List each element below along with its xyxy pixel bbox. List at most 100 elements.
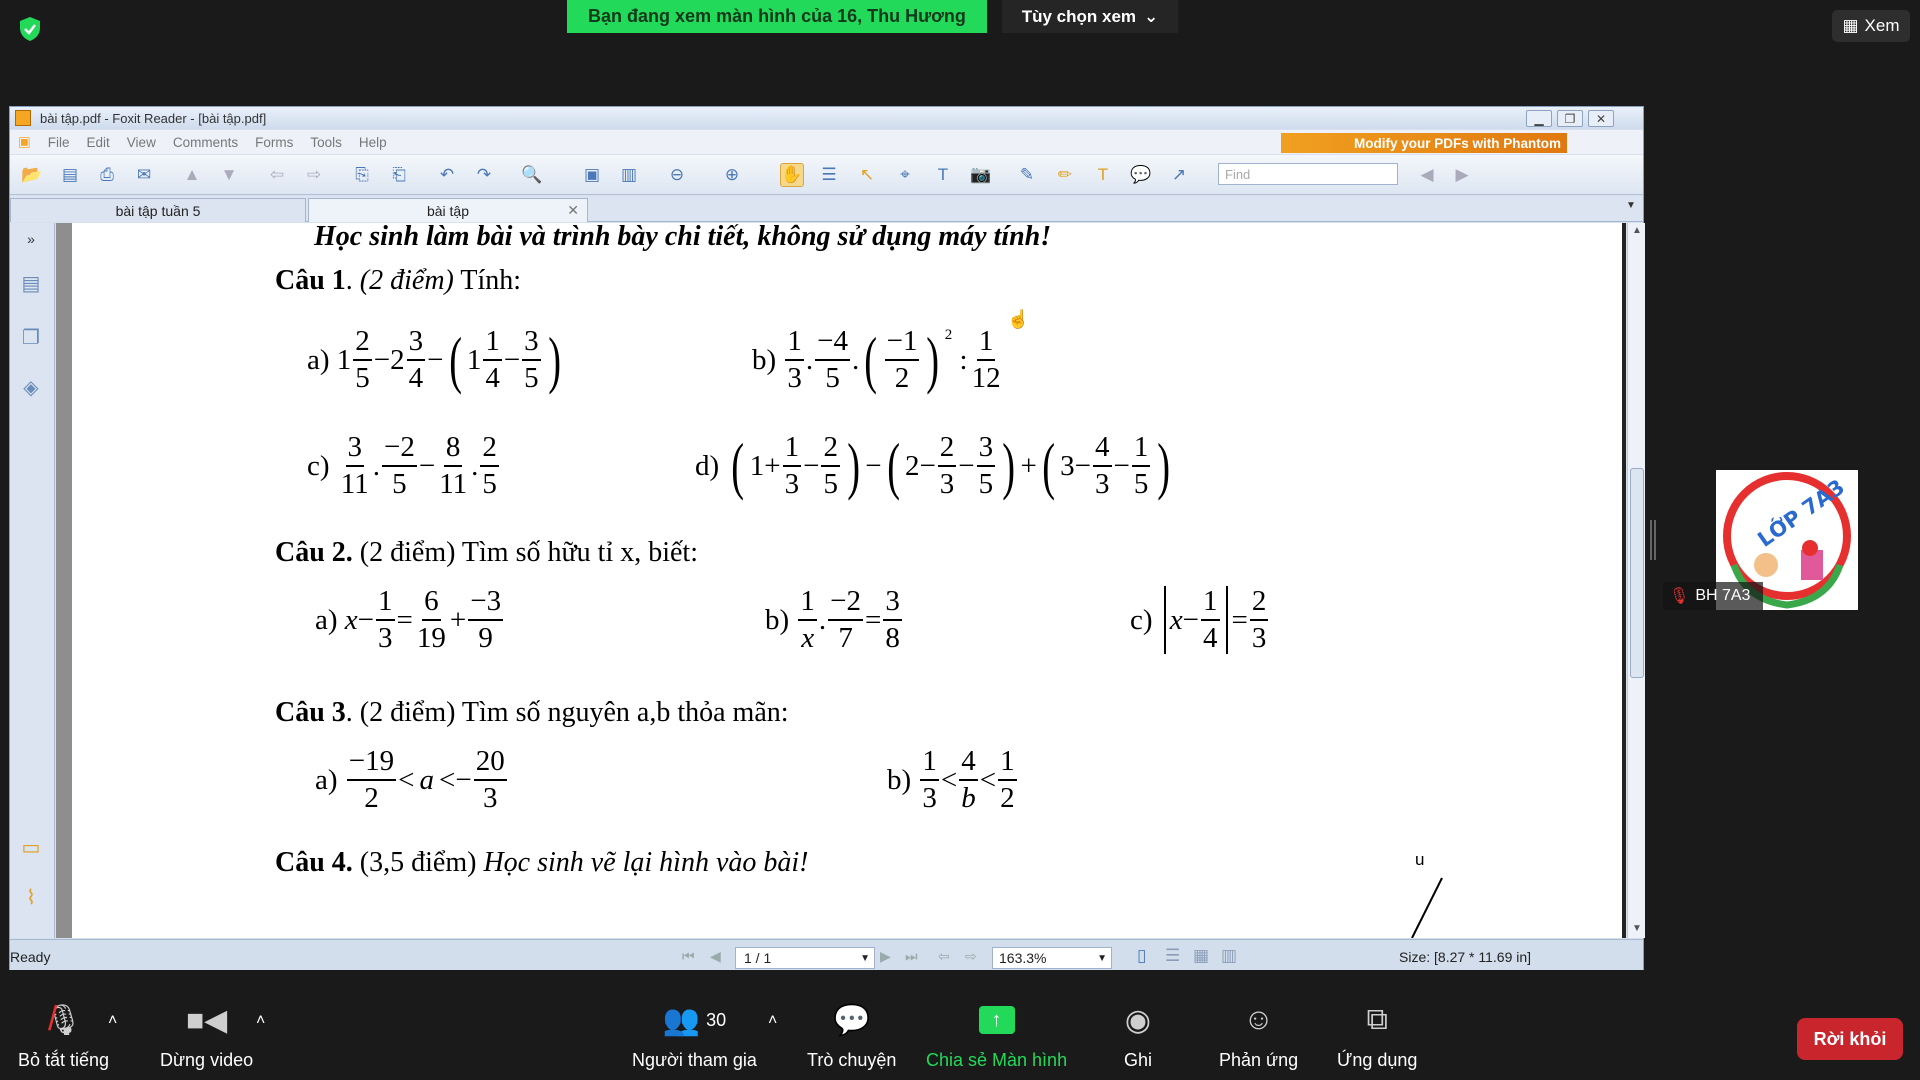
fit-width-icon[interactable]: ▥ — [617, 163, 641, 187]
close-tab-icon[interactable]: ✕ — [567, 202, 579, 219]
video-camera-icon: ■◀ — [185, 1003, 228, 1037]
pencil-icon[interactable]: ✏ — [1053, 163, 1077, 187]
tab-bai-tap-tuan-5[interactable]: bài tập tuần 5 — [10, 198, 306, 222]
print-icon[interactable]: ⎙ — [95, 163, 119, 187]
q3-text: . (2 điểm) Tìm số nguyên a,b thỏa mãn: — [345, 697, 789, 728]
comments-panel-icon[interactable]: ▭ — [18, 833, 44, 861]
share-screen-button[interactable]: ↑ Chia sẻ Màn hình — [926, 1000, 1067, 1071]
apps-button[interactable]: ⧉ Ứng dụng — [1337, 1000, 1417, 1071]
bookmarks-icon[interactable]: ▤ — [18, 269, 44, 297]
reactions-button[interactable]: ☺ Phản ứng — [1219, 1000, 1298, 1071]
q2c-expression: c) x −1 4 = 2 3 — [1130, 585, 1269, 654]
minimize-button[interactable]: ▁ — [1526, 110, 1552, 127]
tab-list-dropdown[interactable]: ▼ — [1626, 200, 1642, 218]
arrow-icon[interactable]: ↗ — [1167, 163, 1191, 187]
zoom-out-circle-icon[interactable]: ⊖ — [665, 163, 689, 187]
menu-forms[interactable]: Forms — [255, 135, 293, 150]
insert-page-icon[interactable]: ⎘ — [350, 163, 374, 187]
restore-button[interactable]: ❐ — [1557, 110, 1583, 127]
find-input[interactable]: Find — [1218, 163, 1398, 185]
foxit-app-icon — [15, 110, 31, 126]
text-tool-icon[interactable]: T — [931, 163, 955, 187]
continuous-facing-icon[interactable]: ▥ — [1221, 946, 1237, 966]
facing-icon[interactable]: ▦ — [1193, 946, 1209, 966]
save-icon[interactable]: ▤ — [58, 163, 82, 187]
select-icon[interactable]: ↖ — [855, 163, 879, 187]
view-button[interactable]: ▦ Xem — [1832, 10, 1910, 42]
layers-icon[interactable]: ◈ — [18, 373, 44, 401]
mute-button[interactable]: 🎙 / Bỏ tắt tiếng — [18, 1000, 109, 1071]
zoom-in-circle-icon[interactable]: ⊕ — [720, 163, 744, 187]
participants-icon: 👥 30 — [662, 1003, 727, 1037]
last-page-icon[interactable]: ⏭ — [905, 948, 918, 965]
scroll-up-icon[interactable]: ▲ — [1632, 225, 1642, 236]
record-button[interactable]: ◉ Ghi — [1124, 1000, 1152, 1071]
redo-icon[interactable]: ↷ — [472, 163, 496, 187]
question-1-heading: Câu 1. (2 điểm) Tính: — [275, 265, 522, 296]
view-options-button[interactable]: Tùy chọn xem ⌄ — [1002, 0, 1178, 33]
open-icon[interactable]: 📂 — [20, 163, 44, 187]
snapshot-icon[interactable]: 📷 — [969, 163, 993, 187]
scroll-thumb[interactable] — [1630, 468, 1644, 678]
forward-status-icon[interactable]: ⇨ — [965, 948, 977, 965]
zoom-level-field[interactable]: 163.3% ▼ — [992, 947, 1112, 969]
page-size: Size: [8.27 * 11.69 in] — [1399, 949, 1532, 965]
tab-label: bài tập — [426, 202, 470, 219]
attach-icon[interactable]: ✎ — [1015, 163, 1039, 187]
pages-icon[interactable]: ❐ — [18, 323, 44, 351]
phantom-ad-banner[interactable]: Modify your PDFs with Phantom — [1281, 133, 1567, 153]
next-page-status-icon[interactable]: ▶ — [880, 948, 891, 965]
find-next-icon[interactable]: ▶ — [1450, 163, 1474, 187]
chat-button[interactable]: 💬 Trò chuyện — [807, 1000, 896, 1071]
back-status-icon[interactable]: ⇦ — [938, 948, 950, 965]
reaction-smiley-icon: ☺ — [1243, 1003, 1274, 1036]
page-dropdown-icon[interactable]: ▼ — [860, 953, 870, 964]
page-number-field[interactable]: 1 / 1 ▼ — [735, 947, 875, 969]
back-icon[interactable]: ⇦ — [265, 163, 289, 187]
menu-help[interactable]: Help — [359, 135, 387, 150]
menu-view[interactable]: View — [127, 135, 156, 150]
continuous-icon[interactable]: ☰ — [1165, 946, 1180, 966]
audio-options-caret[interactable]: ˄ — [108, 1012, 117, 1030]
panel-resize-handle[interactable] — [1650, 520, 1656, 560]
email-icon[interactable]: ✉ — [132, 163, 156, 187]
zoom-dropdown-icon[interactable]: ▼ — [1097, 953, 1107, 964]
stop-video-button[interactable]: ■◀ Dừng video — [160, 1000, 253, 1071]
menu-tools[interactable]: Tools — [310, 135, 342, 150]
participants-button[interactable]: 👥 30 Người tham gia — [632, 1000, 757, 1071]
menu-file[interactable]: File — [48, 135, 70, 150]
security-shield-icon[interactable] — [18, 16, 42, 42]
tab-label: bài tập tuần 5 — [115, 202, 201, 219]
zoom-in-icon[interactable]: 🔍 — [520, 163, 544, 187]
prev-page-status-icon[interactable]: ◀ — [710, 948, 721, 965]
close-button[interactable]: ✕ — [1588, 110, 1614, 127]
single-page-icon[interactable]: ▯ — [1137, 946, 1146, 966]
find-binoculars-icon[interactable]: ⌖ — [893, 163, 917, 187]
scroll-down-icon[interactable]: ▼ — [1632, 923, 1642, 934]
first-page-icon[interactable]: ⏮ — [682, 948, 695, 965]
typewriter-icon[interactable]: T — [1091, 163, 1115, 187]
attachments-icon[interactable]: ⌇ — [18, 883, 44, 911]
q4-points: (3,5 điểm) — [359, 847, 477, 878]
undo-icon[interactable]: ↶ — [435, 163, 459, 187]
view-button-label: Xem — [1864, 16, 1900, 35]
forward-icon[interactable]: ⇨ — [302, 163, 326, 187]
prev-page-icon[interactable]: ▲ — [180, 163, 204, 187]
tab-bai-tap[interactable]: bài tập ✕ — [308, 198, 588, 222]
menu-comments[interactable]: Comments — [173, 135, 238, 150]
select-text-icon[interactable]: ☰ — [817, 163, 841, 187]
leave-button[interactable]: Rời khỏi — [1797, 1018, 1903, 1060]
menu-edit[interactable]: Edit — [87, 135, 110, 150]
next-page-icon[interactable]: ▼ — [217, 163, 241, 187]
vertical-scrollbar[interactable]: ▲ ▼ — [1627, 223, 1645, 938]
hand-tool-icon[interactable]: ✋ — [780, 163, 804, 187]
extract-page-icon[interactable]: ⎗ — [387, 163, 411, 187]
foxit-window: bài tập.pdf - Foxit Reader - [bài tập.pd… — [9, 106, 1645, 976]
pdf-page[interactable]: Học sinh làm bài và trình bày chi tiết, … — [72, 223, 1623, 938]
participants-caret[interactable]: ˄ — [768, 1012, 777, 1030]
expand-sidebar-icon[interactable]: » — [18, 225, 44, 253]
find-prev-icon[interactable]: ◀ — [1415, 163, 1439, 187]
video-options-caret[interactable]: ˄ — [256, 1012, 265, 1030]
fit-page-icon[interactable]: ▣ — [580, 163, 604, 187]
comment-icon[interactable]: 💬 — [1129, 163, 1153, 187]
